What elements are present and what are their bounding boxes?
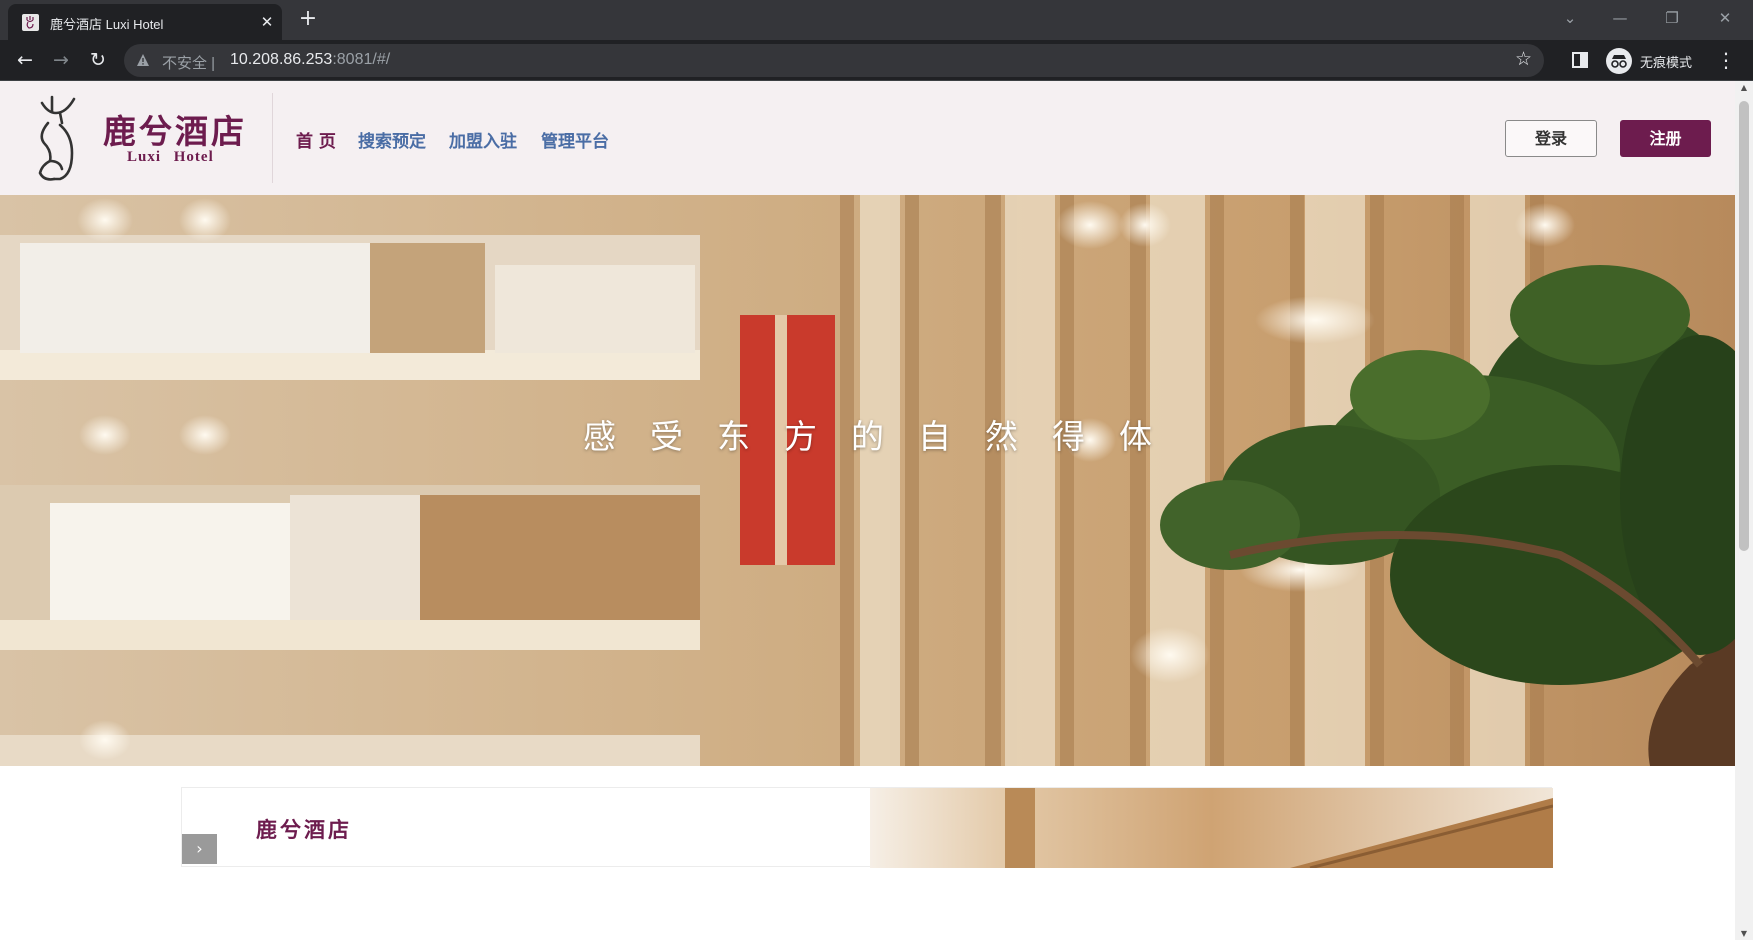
browser-tab[interactable]: 鹿兮酒店 Luxi Hotel ✕ [8,4,282,40]
intro-title: 鹿兮酒店 [256,817,352,842]
scroll-down-icon[interactable]: ▼ [1739,929,1749,938]
address-bar[interactable]: 不安全 | 10.208.86.253:8081/#/ ☆ [124,44,1544,77]
back-arrow-icon[interactable]: ← [12,47,38,73]
header-divider [272,93,273,183]
menu-icon[interactable]: ⋮ [1716,47,1736,73]
new-tab-button[interactable]: + [296,7,320,31]
nav-home[interactable]: 首 页 [296,127,336,152]
logo-chinese-name[interactable]: 鹿兮酒店 [103,105,247,153]
nav-search-booking[interactable]: 搜索预定 [358,127,426,152]
register-button[interactable]: 注册 [1620,120,1711,157]
site-header: 鹿兮酒店 Luxi Hotel 首 页 搜索预定 加盟入驻 管理平台 登录 注册 [0,81,1735,195]
deer-logo-icon [38,95,76,181]
tab-title: 鹿兮酒店 Luxi Hotel [50,17,164,32]
browser-toolbar: ← → ↻ 不安全 | 10.208.86.253:8081/#/ ☆ 无痕模式… [0,40,1753,81]
scroll-thumb[interactable] [1739,101,1749,551]
logo-english-name[interactable]: Luxi Hotel [127,149,214,166]
incognito-icon[interactable] [1606,48,1632,74]
tab-search-icon[interactable]: ⌄ [1550,6,1590,30]
url-text[interactable]: 10.208.86.253:8081/#/ [230,51,390,69]
intro-card: 鹿兮酒店 › [181,787,1553,868]
close-window-icon[interactable]: ✕ [1705,6,1745,30]
forward-arrow-icon[interactable]: → [48,47,74,73]
side-panel-icon[interactable] [1572,52,1588,68]
hero-banner: 感受东方的自然得体 [0,195,1735,766]
tab-close-icon[interactable]: ✕ [256,11,278,33]
incognito-label: 无痕模式 [1640,56,1693,71]
scroll-up-icon[interactable]: ▲ [1739,83,1749,92]
url-host: 10.208.86.253 [230,51,333,68]
hero-image [0,195,1735,766]
minimize-icon[interactable]: — [1600,6,1640,30]
intro-image [870,788,1553,868]
nav-admin-platform[interactable]: 管理平台 [541,127,609,152]
browser-tab-strip: 鹿兮酒店 Luxi Hotel ✕ + ⌄ — ❐ ✕ [0,0,1753,40]
reload-icon[interactable]: ↻ [85,47,111,73]
url-path: :8081/#/ [332,51,391,68]
page-scrollbar[interactable]: ▲ ▼ [1735,81,1753,940]
carousel-prev-arrow-icon[interactable]: › [182,834,217,864]
nav-join[interactable]: 加盟入驻 [449,127,517,152]
page-viewport: 鹿兮酒店 Luxi Hotel 首 页 搜索预定 加盟入驻 管理平台 登录 注册 [0,81,1735,940]
insecure-label: 不安全 | [162,55,216,72]
restore-icon[interactable]: ❐ [1652,6,1692,30]
warning-icon [137,54,149,66]
login-button[interactable]: 登录 [1505,120,1597,157]
hero-caption: 感受东方的自然得体 [583,417,1186,456]
star-icon[interactable]: ☆ [1515,48,1532,70]
favicon-icon [22,14,39,31]
